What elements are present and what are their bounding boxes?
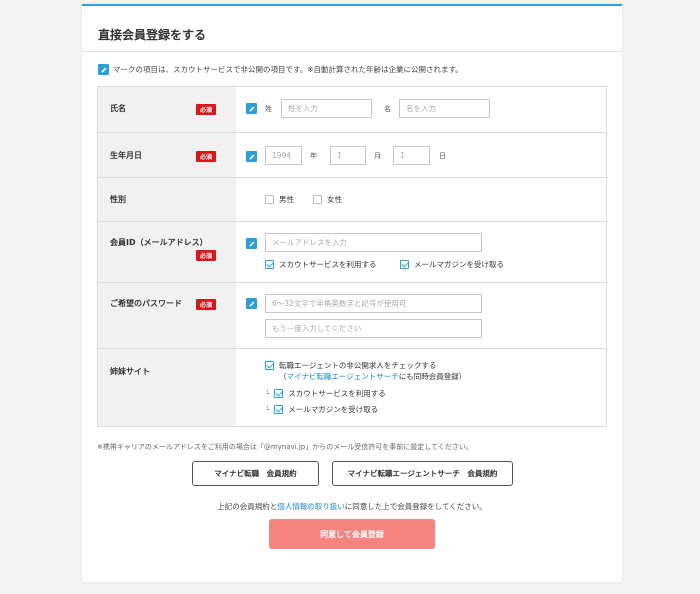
agent-search-link[interactable]: マイナビ転職エージェントサーチ <box>287 372 399 381</box>
member-id-label-cell: 会員ID（メールアドレス） 必須 <box>98 222 236 282</box>
required-badge: 必須 <box>196 151 217 162</box>
birthdate-row: 生年月日 必須 1994 年 1 月 1 日 <box>98 132 606 177</box>
magazine-label: メールマガジンを受け取る <box>414 260 504 269</box>
password-input[interactable]: 6〜32文字で半角英数字と記号が使用可 <box>265 294 482 313</box>
terms-button-agent-search[interactable]: マイナビ転職エージェントサーチ 会員規約 <box>332 461 513 486</box>
gender-row: 性別 男性 女性 <box>98 177 606 221</box>
note-text: マークの項目は、スカウトサービスで非公開の項目です。※自動計算された年齢は企業に… <box>113 65 463 74</box>
female-checkbox[interactable] <box>313 195 322 204</box>
sister-scout-option[interactable]: └ スカウトサービスを利用する <box>265 388 386 399</box>
note: マークの項目は、スカウトサービスで非公開の項目です。※自動計算された年齢は企業に… <box>98 64 463 75</box>
magazine-checkbox[interactable] <box>400 260 409 269</box>
scout-option[interactable]: スカウトサービスを利用する <box>265 259 377 270</box>
first-name-prefix: 名 <box>384 105 391 113</box>
male-checkbox[interactable] <box>265 195 274 204</box>
sister-scout-checkbox[interactable] <box>274 389 284 398</box>
required-badge: 必須 <box>196 299 217 310</box>
birthdate-inputs: 1994 年 1 月 1 日 <box>236 133 606 177</box>
female-label: 女性 <box>327 195 342 204</box>
privacy-link[interactable]: 個人情報の取り扱い <box>277 502 345 511</box>
gender-options: 男性 女性 <box>236 178 606 221</box>
agent-sub-note: （マイナビ転職エージェントサーチにも同時会員登録） <box>279 371 466 382</box>
male-option[interactable]: 男性 <box>265 194 294 205</box>
birth-day-input[interactable]: 1 <box>393 146 430 165</box>
member-id-row: 会員ID（メールアドレス） 必須 メールアドレスを入力 スカウトサービスを利用す… <box>98 221 606 282</box>
birthdate-label-cell: 生年月日 必須 <box>98 133 236 177</box>
first-name-input[interactable]: 名を入力 <box>399 99 490 118</box>
member-id-label: 会員ID（メールアドレス） <box>110 238 208 247</box>
agree-post: に同意した上で会員登録をしてください。 <box>344 502 487 511</box>
sister-magazine-label: メールマガジンを受け取る <box>288 405 379 414</box>
email-input[interactable]: メールアドレスを入力 <box>265 233 482 252</box>
agent-checkbox[interactable] <box>265 361 274 370</box>
gender-label-cell: 性別 <box>98 178 236 221</box>
pen-icon <box>246 103 257 114</box>
member-id-inputs: メールアドレスを入力 スカウトサービスを利用する メールマガジンを受け取る <box>236 222 606 282</box>
required-badge: 必須 <box>196 250 217 261</box>
magazine-option[interactable]: メールマガジンを受け取る <box>400 259 504 270</box>
submit-button[interactable]: 同意して会員登録 <box>269 519 435 549</box>
terms-button-tenshoku[interactable]: マイナビ転職 会員規約 <box>192 461 319 486</box>
last-name-input[interactable]: 姓を入力 <box>281 99 372 118</box>
sister-site-label-cell: 姉妹サイト <box>98 349 236 426</box>
sister-site-label: 姉妹サイト <box>110 367 150 376</box>
agree-text: 上記の会員規約と個人情報の取り扱いに同意した上で会員登録をしてください。 <box>82 501 622 512</box>
password-inputs: 6〜32文字で半角英数字と記号が使用可 もう一度入力してください <box>236 283 606 348</box>
birthdate-label: 生年月日 <box>110 151 142 160</box>
name-inputs: 姓 姓を入力 名 名を入力 <box>236 87 606 132</box>
password-row: ご希望のパスワード 必須 6〜32文字で半角英数字と記号が使用可 もう一度入力し… <box>98 282 606 348</box>
day-unit: 日 <box>439 152 446 160</box>
password-confirm-input[interactable]: もう一度入力してください <box>265 319 482 338</box>
page-title: 直接会員登録をする <box>98 28 207 42</box>
carrier-footnote: ※携帯キャリアのメールアドレスをご利用の場合は「@mynavi.jp」からのメー… <box>97 443 473 451</box>
birth-year-input[interactable]: 1994 <box>265 146 302 165</box>
agree-pre: 上記の会員規約と <box>217 502 278 511</box>
scout-label: スカウトサービスを利用する <box>279 260 377 269</box>
pen-icon <box>98 64 109 75</box>
name-row: 氏名 必須 姓 姓を入力 名 名を入力 <box>98 87 606 132</box>
password-label-cell: ご希望のパスワード 必須 <box>98 283 236 348</box>
tree-corner: └ <box>265 389 270 398</box>
name-label-cell: 氏名 必須 <box>98 87 236 132</box>
required-badge: 必須 <box>196 104 217 115</box>
gender-label: 性別 <box>110 195 126 204</box>
agent-option[interactable]: 転職エージェントの非公開求人をチェックする <box>265 360 436 371</box>
female-option[interactable]: 女性 <box>313 194 342 205</box>
last-name-prefix: 姓 <box>265 105 272 113</box>
pen-icon <box>246 298 257 309</box>
registration-card: 直接会員登録をする マークの項目は、スカウトサービスで非公開の項目です。※自動計… <box>82 4 622 582</box>
tree-corner: └ <box>265 405 270 414</box>
year-unit: 年 <box>310 152 317 160</box>
scout-checkbox[interactable] <box>265 260 274 269</box>
registration-form: 氏名 必須 姓 姓を入力 名 名を入力 生年月日 必須 1994 年 1 月 1… <box>97 86 607 427</box>
sub-note-close: にも同時会員登録） <box>398 372 467 381</box>
divider <box>82 51 622 52</box>
sister-scout-label: スカウトサービスを利用する <box>288 389 386 398</box>
male-label: 男性 <box>279 195 294 204</box>
sister-magazine-option[interactable]: └ メールマガジンを受け取る <box>265 404 378 415</box>
sub-note-open: （ <box>279 372 287 381</box>
pen-icon <box>246 238 257 249</box>
password-label: ご希望のパスワード <box>110 299 182 308</box>
sister-site-options: 転職エージェントの非公開求人をチェックする （マイナビ転職エージェントサーチにも… <box>236 349 606 426</box>
birth-month-input[interactable]: 1 <box>330 146 366 165</box>
sister-magazine-checkbox[interactable] <box>274 405 284 414</box>
name-label: 氏名 <box>110 104 126 113</box>
sister-site-row: 姉妹サイト 転職エージェントの非公開求人をチェックする （マイナビ転職エージェン… <box>98 348 606 426</box>
pen-icon <box>246 151 257 162</box>
agent-label: 転職エージェントの非公開求人をチェックする <box>279 361 437 370</box>
month-unit: 月 <box>374 152 381 160</box>
